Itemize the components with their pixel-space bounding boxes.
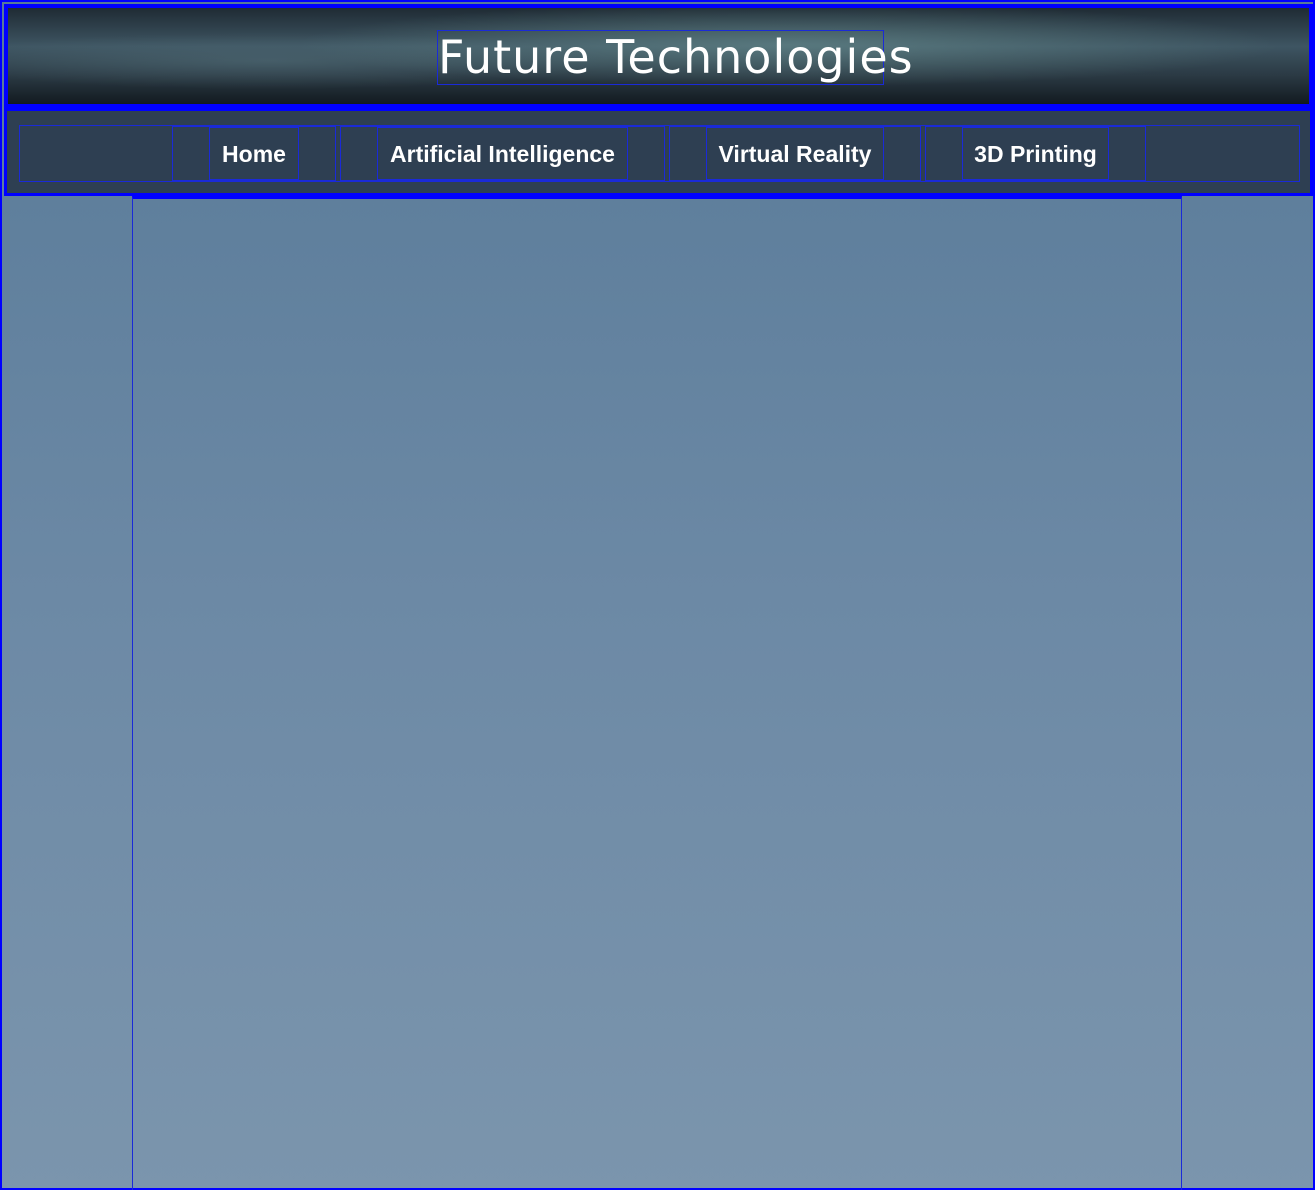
nav-item-virtual-reality: Virtual Reality [669,126,921,181]
site-header: Future Technologies [4,4,1313,108]
nav-link-home[interactable]: Home [209,127,299,180]
nav-item-home: Home [172,126,336,181]
nav-list: Home Artificial Intelligence Virtual Rea… [19,125,1300,182]
main-navigation: Home Artificial Intelligence Virtual Rea… [4,108,1313,196]
site-title: Future Technologies [437,30,914,85]
nav-link-virtual-reality[interactable]: Virtual Reality [706,127,884,180]
nav-link-artificial-intelligence[interactable]: Artificial Intelligence [377,127,628,180]
nav-item-3d-printing: 3D Printing [925,126,1146,181]
nav-item-artificial-intelligence: Artificial Intelligence [340,126,665,181]
main-content [132,196,1182,1190]
nav-link-3d-printing[interactable]: 3D Printing [962,127,1109,180]
